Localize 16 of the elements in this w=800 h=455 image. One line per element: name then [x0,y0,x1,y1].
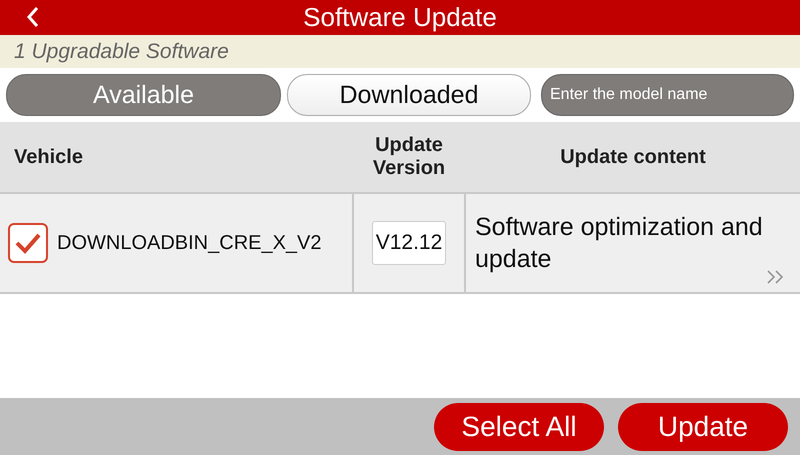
version-label: V12.12 [372,221,446,265]
summary-text: 1 Upgradable Software [14,40,229,64]
action-button[interactable]: Select All [434,402,604,450]
vehicle-name: DOWNLOADBIN_CRE_X_V2 [57,232,322,254]
checkbox[interactable] [8,223,48,263]
column-header: Update content [559,144,707,170]
double-chevron-icon[interactable] [766,270,786,284]
page-title: Software Update [303,2,497,33]
back-icon[interactable] [26,6,40,28]
tab[interactable]: Downloaded [287,74,531,116]
search-field[interactable]: Enter the model name [541,74,794,116]
column-header: Vehicle [13,144,84,170]
action-button[interactable]: Update [618,402,788,450]
column-header: Update Version [372,133,446,181]
tab[interactable]: Available [6,74,281,116]
update-content: Software optimization and update [475,212,764,275]
